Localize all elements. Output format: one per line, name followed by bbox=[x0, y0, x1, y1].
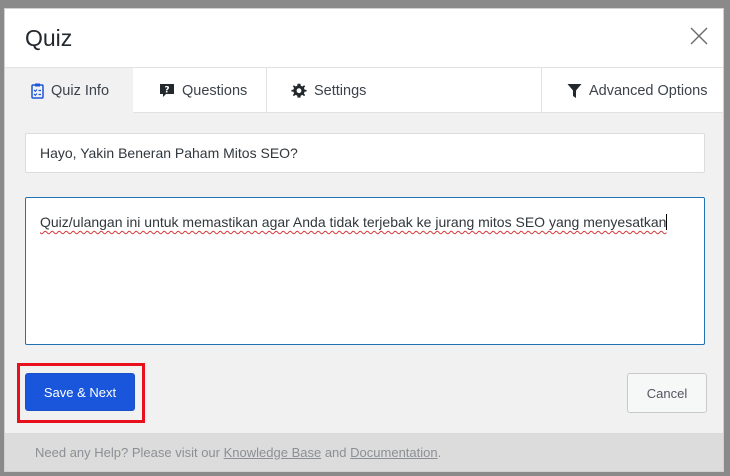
quiz-description-textarea[interactable]: Quiz/ulangan ini untuk memastikan agar A… bbox=[25, 197, 705, 345]
quiz-title-input[interactable] bbox=[25, 133, 705, 173]
tab-advanced-options[interactable]: Advanced Options bbox=[541, 68, 723, 113]
modal-title: Quiz bbox=[25, 25, 73, 51]
help-text: Need any Help? Please visit our bbox=[35, 445, 220, 460]
modal-header: Quiz bbox=[5, 9, 723, 67]
svg-text:?: ? bbox=[164, 86, 169, 96]
tab-label: Advanced Options bbox=[589, 82, 708, 99]
description-text: Quiz/ulangan ini untuk memastikan agar A… bbox=[40, 214, 667, 230]
question-box-icon: ? bbox=[159, 83, 175, 98]
text-caret bbox=[666, 214, 668, 230]
tab-bar: Quiz Info ? Questions Settings Advanced … bbox=[5, 67, 723, 113]
quiz-modal: Quiz Quiz Info ? Questions Settings Adva… bbox=[4, 8, 724, 472]
help-suffix: . bbox=[437, 445, 442, 460]
tab-questions[interactable]: ? Questions bbox=[133, 68, 267, 113]
cancel-button[interactable]: Cancel bbox=[627, 373, 707, 413]
tab-label: Quiz Info bbox=[51, 82, 110, 99]
documentation-link[interactable]: Documentation bbox=[350, 445, 437, 460]
tab-quiz-info[interactable]: Quiz Info bbox=[5, 68, 133, 113]
tab-settings[interactable]: Settings bbox=[267, 68, 397, 113]
tab-label: Settings bbox=[314, 82, 367, 99]
gear-icon bbox=[291, 83, 307, 99]
tab-label: Questions bbox=[182, 82, 248, 99]
save-next-button[interactable]: Save & Next bbox=[25, 373, 135, 411]
close-icon[interactable] bbox=[689, 26, 709, 46]
filter-icon bbox=[567, 83, 582, 99]
help-conj: and bbox=[324, 445, 347, 460]
knowledge-base-link[interactable]: Knowledge Base bbox=[224, 445, 322, 460]
clipboard-check-icon bbox=[31, 83, 44, 99]
help-footer: Need any Help? Please visit our Knowledg… bbox=[5, 433, 723, 471]
